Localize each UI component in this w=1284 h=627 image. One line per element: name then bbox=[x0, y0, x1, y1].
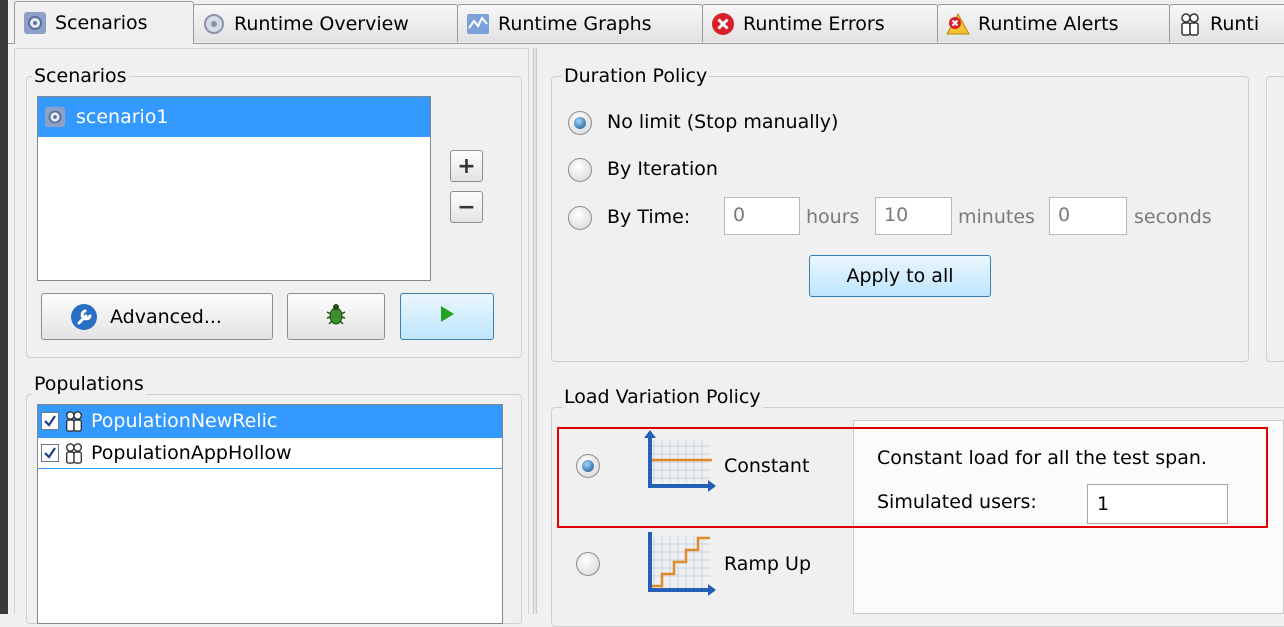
minutes-field[interactable]: 10 bbox=[875, 197, 952, 235]
run-button[interactable] bbox=[400, 293, 494, 340]
population-name: PopulationNewRelic bbox=[91, 410, 278, 432]
tab-label: Runtime Graphs bbox=[498, 12, 652, 35]
tab-runtime-alerts[interactable]: Runtime Alerts bbox=[937, 4, 1170, 42]
minutes-label: minutes bbox=[958, 206, 1035, 228]
by-iteration-radio[interactable] bbox=[568, 158, 592, 182]
constant-chart-icon bbox=[640, 430, 716, 494]
tab-runtime-more[interactable]: Runti bbox=[1169, 4, 1284, 42]
constant-radio[interactable] bbox=[576, 454, 600, 478]
no-limit-label: No limit (Stop manually) bbox=[607, 111, 839, 133]
debug-button[interactable] bbox=[287, 293, 385, 340]
tab-runtime-overview[interactable]: Runtime Overview bbox=[193, 4, 458, 42]
hours-field[interactable]: 0 bbox=[724, 197, 800, 235]
add-scenario-button[interactable]: + bbox=[450, 150, 483, 182]
simulated-users-label: Simulated users: bbox=[877, 491, 1037, 513]
simulated-users-field[interactable]: 1 bbox=[1087, 484, 1228, 524]
list-item[interactable]: PopulationNewRelic bbox=[38, 405, 502, 437]
wrench-icon bbox=[70, 303, 98, 331]
users-icon bbox=[1178, 12, 1202, 36]
bug-icon bbox=[325, 302, 347, 331]
populations-list[interactable]: PopulationNewRelic PopulationAppHollow bbox=[37, 404, 503, 624]
window-edge bbox=[0, 0, 8, 614]
tab-label: Runtime Alerts bbox=[978, 12, 1119, 35]
play-icon bbox=[439, 305, 455, 328]
by-time-label: By Time: bbox=[607, 206, 691, 228]
tab-label: Runti bbox=[1210, 12, 1260, 35]
tab-runtime-errors[interactable]: Runtime Errors bbox=[702, 4, 938, 42]
splitter-handle[interactable] bbox=[533, 48, 537, 614]
graph-icon bbox=[466, 12, 490, 36]
by-iteration-label: By Iteration bbox=[607, 158, 718, 180]
scenario-name: scenario1 bbox=[76, 106, 169, 128]
scenarios-title: Scenarios bbox=[32, 65, 129, 87]
apply-to-all-button[interactable]: Apply to all bbox=[809, 255, 991, 297]
advanced-button[interactable]: Advanced... bbox=[41, 293, 273, 340]
gear-icon bbox=[202, 12, 226, 36]
hours-label: hours bbox=[806, 206, 860, 228]
gear-icon bbox=[23, 11, 47, 35]
scenarios-list[interactable]: scenario1 bbox=[37, 96, 431, 281]
constant-label: Constant bbox=[724, 455, 810, 477]
tab-label: Runtime Errors bbox=[743, 12, 885, 35]
tab-scenarios[interactable]: Scenarios bbox=[14, 1, 194, 44]
by-time-radio[interactable] bbox=[568, 206, 592, 230]
load-title: Load Variation Policy bbox=[562, 386, 763, 408]
alert-icon bbox=[946, 12, 970, 36]
ramp-up-radio[interactable] bbox=[576, 552, 600, 576]
advanced-label: Advanced... bbox=[110, 305, 222, 328]
population-name: PopulationAppHollow bbox=[91, 442, 292, 464]
side-group-edge bbox=[1266, 76, 1284, 362]
tab-strip-border bbox=[8, 43, 1284, 44]
list-item[interactable]: PopulationAppHollow bbox=[38, 437, 502, 469]
duration-title: Duration Policy bbox=[562, 65, 710, 87]
error-icon bbox=[711, 12, 735, 36]
seconds-field[interactable]: 0 bbox=[1049, 197, 1127, 235]
constant-description: Constant load for all the test span. bbox=[877, 447, 1207, 469]
gear-icon bbox=[44, 106, 66, 128]
population-checkbox[interactable] bbox=[41, 444, 59, 462]
seconds-label: seconds bbox=[1134, 206, 1212, 228]
list-item[interactable]: scenario1 bbox=[38, 97, 430, 137]
no-limit-radio[interactable] bbox=[568, 111, 592, 135]
tab-label: Scenarios bbox=[55, 12, 148, 34]
ramp-up-chart-icon bbox=[640, 530, 716, 600]
ramp-up-label: Ramp Up bbox=[724, 553, 812, 575]
remove-scenario-button[interactable]: − bbox=[450, 191, 483, 223]
tab-label: Runtime Overview bbox=[234, 12, 409, 35]
population-checkbox[interactable] bbox=[41, 412, 59, 430]
users-icon bbox=[63, 442, 85, 464]
tab-runtime-graphs[interactable]: Runtime Graphs bbox=[457, 4, 703, 42]
users-icon bbox=[63, 410, 85, 432]
populations-title: Populations bbox=[32, 373, 146, 395]
